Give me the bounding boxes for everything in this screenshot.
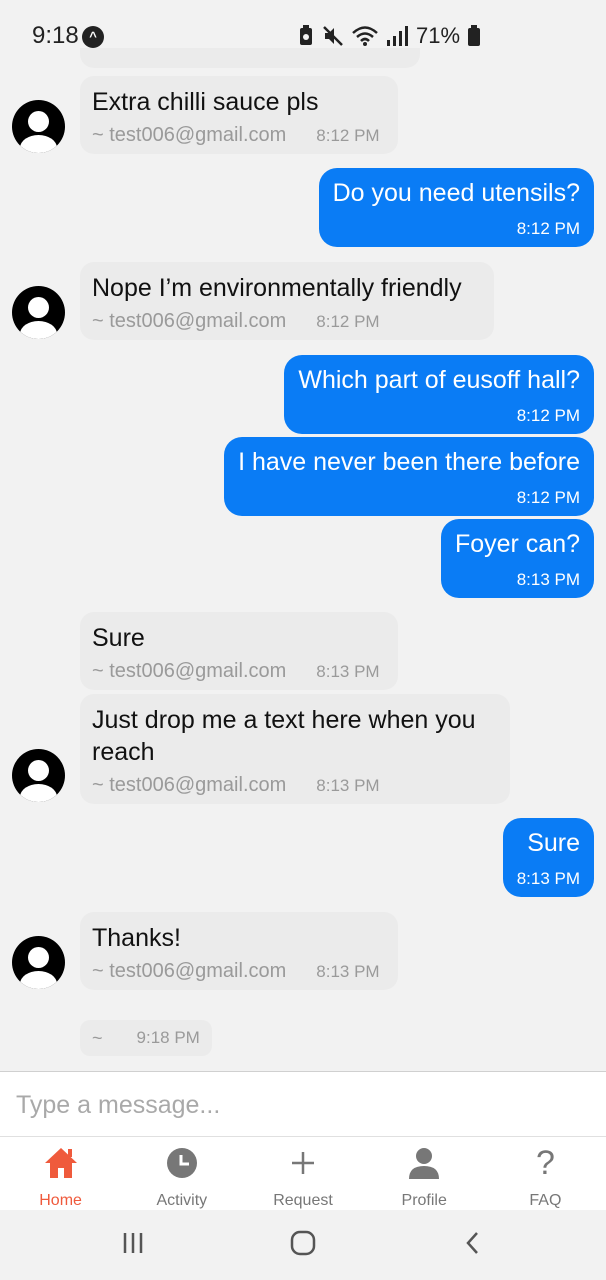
outgoing-message: Which part of eusoff hall? 8:12 PM [284,355,594,434]
nav-profile[interactable]: Profile [364,1137,485,1210]
outgoing-message: Do you need utensils? 8:12 PM [318,168,594,247]
outgoing-message: Sure 8:13 PM [502,818,594,897]
clock-icon [166,1148,197,1178]
nav-home-label: Home [39,1192,82,1209]
nav-faq-label: FAQ [529,1192,562,1209]
message-text: I have never been there before [238,448,580,476]
message-time: 8:12 PM [516,406,580,425]
message-text: Do you need utensils? [332,179,580,207]
system-nav-bar [0,1210,606,1280]
nav-home[interactable]: Home [0,1137,121,1210]
outgoing-message: I have never been there before 8:12 PM [224,437,594,516]
message-sender: ~ [92,1027,103,1048]
recent-apps-icon[interactable] [121,1230,147,1256]
message-input[interactable] [16,1087,586,1123]
home-icon [44,1148,77,1178]
message-time: 8:13 PM [316,962,380,981]
back-icon[interactable] [462,1230,484,1256]
avatar [12,286,65,339]
previous-message-fragment [80,48,420,68]
message-sender: ~ test006@gmail.com [92,774,287,796]
message-time: 8:12 PM [516,488,580,507]
avatar [12,100,65,153]
incoming-message: ~ 9:18 PM [80,1020,212,1056]
incoming-message: Thanks! ~ test006@gmail.com 8:13 PM [80,912,398,990]
incoming-message: Nope I’m environmentally friendly ~ test… [80,262,494,340]
plus-icon [292,1152,314,1174]
nav-activity[interactable]: Activity [121,1137,242,1210]
incoming-message: Extra chilli sauce pls ~ test006@gmail.c… [80,76,398,154]
nav-request-label: Request [273,1192,333,1209]
message-sender: ~ test006@gmail.com [92,310,287,332]
message-text: Nope I’m environmentally friendly [92,274,462,302]
message-time: 8:13 PM [316,662,380,681]
incoming-message: Sure ~ test006@gmail.com 8:13 PM [80,612,398,690]
message-time: 8:13 PM [516,869,580,888]
message-time: 8:13 PM [516,570,580,589]
nav-faq[interactable]: ? FAQ [485,1137,606,1210]
nav-profile-label: Profile [401,1192,447,1209]
message-text: Extra chilli sauce pls [92,88,319,116]
question-icon: ? [535,1144,555,1182]
avatar [12,749,65,802]
bottom-nav: Home Activity Request Profile ? FAQ [0,1137,606,1210]
message-text: Sure [92,624,145,652]
message-text: Sure [527,829,580,857]
message-text: Foyer can? [454,530,580,558]
person-icon [409,1148,440,1179]
message-sender: ~ test006@gmail.com [92,660,287,682]
message-time: 8:12 PM [316,126,380,145]
message-time: 9:18 PM [136,1028,200,1047]
message-sender: ~ test006@gmail.com [92,124,287,146]
home-button-icon[interactable] [290,1230,316,1256]
message-sender: ~ test006@gmail.com [92,960,287,982]
nav-activity-label: Activity [156,1192,208,1209]
incoming-message: Just drop me a text here when you reach … [80,694,510,804]
outgoing-message: Foyer can? 8:13 PM [440,519,594,598]
avatar [12,936,65,989]
message-text: Which part of eusoff hall? [298,366,580,394]
message-time: 8:13 PM [316,776,380,795]
message-composer [0,1071,606,1137]
message-text: Thanks! [92,924,181,952]
message-text: Just drop me a text here when you reach [92,706,476,766]
message-time: 8:12 PM [516,219,580,238]
message-time: 8:12 PM [316,312,380,331]
nav-request[interactable]: Request [242,1137,363,1210]
chat-thread[interactable]: Extra chilli sauce pls ~ test006@gmail.c… [0,0,606,1070]
